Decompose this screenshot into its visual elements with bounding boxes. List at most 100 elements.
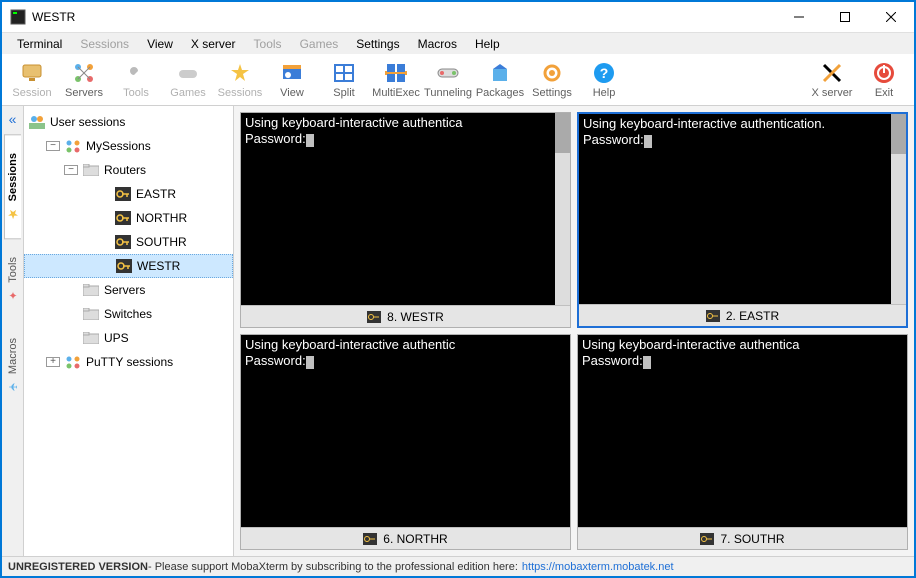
toolbar-multiexec[interactable]: MultiExec xyxy=(370,56,422,104)
status-message: - Please support MobaXterm by subscribin… xyxy=(148,561,518,573)
menu-macros[interactable]: Macros xyxy=(409,35,466,53)
power-icon xyxy=(872,61,896,85)
upgrade-link[interactable]: https://mobaxterm.mobatek.net xyxy=(522,561,674,573)
toolbar-view[interactable]: View xyxy=(266,56,318,104)
gamepad-icon xyxy=(176,61,200,85)
cursor-icon xyxy=(306,134,314,147)
sidetab-sessions[interactable]: ★Sessions xyxy=(4,134,21,239)
app-icon xyxy=(10,9,26,25)
titlebar: WESTR xyxy=(2,2,914,32)
tree-session-eastr[interactable]: EASTR xyxy=(24,182,233,206)
statusbar: UNREGISTERED VERSION - Please support Mo… xyxy=(2,556,914,576)
tree-servers[interactable]: Servers xyxy=(24,278,233,302)
folder-icon xyxy=(82,282,100,298)
tree-session-southr[interactable]: SOUTHR xyxy=(24,230,233,254)
sidetab-tools[interactable]: ✦Tools xyxy=(5,239,21,320)
toolbar-exit[interactable]: Exit xyxy=(858,56,910,104)
close-button[interactable] xyxy=(868,2,914,32)
package-icon xyxy=(488,61,512,85)
send-icon: ✈ xyxy=(8,380,17,393)
sessions-icon xyxy=(64,354,82,370)
menu-help[interactable]: Help xyxy=(466,35,509,53)
scrollbar[interactable] xyxy=(891,114,906,304)
menu-tools[interactable]: Tools xyxy=(245,35,291,53)
key-icon xyxy=(363,533,377,545)
tree-routers[interactable]: − Routers xyxy=(24,158,233,182)
key-icon xyxy=(114,186,132,202)
tree-user-sessions[interactable]: User sessions xyxy=(24,110,233,134)
menu-xserver[interactable]: X server xyxy=(182,35,245,53)
svg-text:?: ? xyxy=(600,65,609,81)
unregistered-label: UNREGISTERED VERSION xyxy=(8,561,148,573)
session-tree[interactable]: User sessions − MySessions − Routers EAS… xyxy=(24,106,234,556)
key-icon xyxy=(114,210,132,226)
tree-session-northr[interactable]: NORTHR xyxy=(24,206,233,230)
split-icon xyxy=(332,61,356,85)
tree-switches[interactable]: Switches xyxy=(24,302,233,326)
maximize-button[interactable] xyxy=(822,2,868,32)
terminal-output[interactable]: Using keyboard-interactive authenticatio… xyxy=(579,114,906,304)
toolbar-packages[interactable]: Packages xyxy=(474,56,526,104)
help-icon: ? xyxy=(592,61,616,85)
key-icon xyxy=(367,311,381,323)
collapse-icon[interactable]: − xyxy=(64,165,78,175)
toolbar-help[interactable]: ?Help xyxy=(578,56,630,104)
expand-icon[interactable]: + xyxy=(46,357,60,367)
multiexec-icon xyxy=(384,61,408,85)
side-tabstrip: « ★Sessions ✦Tools ✈Macros xyxy=(2,106,24,556)
key-icon xyxy=(706,310,720,322)
toolbar-split[interactable]: Split xyxy=(318,56,370,104)
toolbar-servers[interactable]: Servers xyxy=(58,56,110,104)
view-icon xyxy=(280,61,304,85)
tree-putty-sessions[interactable]: + PuTTY sessions xyxy=(24,350,233,374)
cursor-icon xyxy=(643,356,651,369)
terminal-tab-label[interactable]: 8. WESTR xyxy=(241,305,570,327)
toolbar-session[interactable]: Session xyxy=(6,56,58,104)
wrench-icon xyxy=(124,61,148,85)
collapse-sidebar-button[interactable]: « xyxy=(9,110,17,128)
star-icon xyxy=(228,61,252,85)
terminal-grid: Using keyboard-interactive authentica Pa… xyxy=(234,106,914,556)
cursor-icon xyxy=(306,356,314,369)
menu-games[interactable]: Games xyxy=(291,35,348,53)
terminal-output[interactable]: Using keyboard-interactive authentica Pa… xyxy=(241,113,570,305)
menu-sessions[interactable]: Sessions xyxy=(71,35,138,53)
gear-icon xyxy=(540,61,564,85)
key-icon xyxy=(115,258,133,274)
terminal-tab-label[interactable]: 2. EASTR xyxy=(579,304,906,326)
toolbar-tools[interactable]: Tools xyxy=(110,56,162,104)
sessions-icon xyxy=(64,138,82,154)
terminal-pane-southr[interactable]: Using keyboard-interactive authentica Pa… xyxy=(577,334,908,550)
key-icon xyxy=(114,234,132,250)
toolbar-tunneling[interactable]: Tunneling xyxy=(422,56,474,104)
menu-view[interactable]: View xyxy=(138,35,182,53)
tree-session-westr[interactable]: WESTR xyxy=(24,254,233,278)
terminal-tab-label[interactable]: 6. NORTHR xyxy=(241,527,570,549)
users-icon xyxy=(28,114,46,130)
terminal-tab-label[interactable]: 7. SOUTHR xyxy=(578,527,907,549)
minimize-button[interactable] xyxy=(776,2,822,32)
menubar: Terminal Sessions View X server Tools Ga… xyxy=(2,32,914,54)
tree-mysessions[interactable]: − MySessions xyxy=(24,134,233,158)
folder-icon xyxy=(82,306,100,322)
scrollbar[interactable] xyxy=(555,113,570,305)
tunnel-icon xyxy=(436,61,460,85)
terminal-pane-westr[interactable]: Using keyboard-interactive authentica Pa… xyxy=(240,112,571,328)
toolbar-games[interactable]: Games xyxy=(162,56,214,104)
tree-ups[interactable]: UPS xyxy=(24,326,233,350)
terminal-output[interactable]: Using keyboard-interactive authentic Pas… xyxy=(241,335,570,527)
toolbar-settings[interactable]: Settings xyxy=(526,56,578,104)
terminal-pane-eastr[interactable]: Using keyboard-interactive authenticatio… xyxy=(577,112,908,328)
main-body: « ★Sessions ✦Tools ✈Macros User sessions… xyxy=(2,106,914,556)
star-icon: ★ xyxy=(8,207,18,220)
toolbar-sessions[interactable]: Sessions xyxy=(214,56,266,104)
menu-settings[interactable]: Settings xyxy=(347,35,408,53)
xserver-icon xyxy=(820,61,844,85)
sidetab-macros[interactable]: ✈Macros xyxy=(5,320,21,411)
collapse-icon[interactable]: − xyxy=(46,141,60,151)
terminal-output[interactable]: Using keyboard-interactive authentica Pa… xyxy=(578,335,907,527)
terminal-pane-northr[interactable]: Using keyboard-interactive authentic Pas… xyxy=(240,334,571,550)
window-controls xyxy=(776,2,914,32)
menu-terminal[interactable]: Terminal xyxy=(8,35,71,53)
toolbar-xserver[interactable]: X server xyxy=(806,56,858,104)
